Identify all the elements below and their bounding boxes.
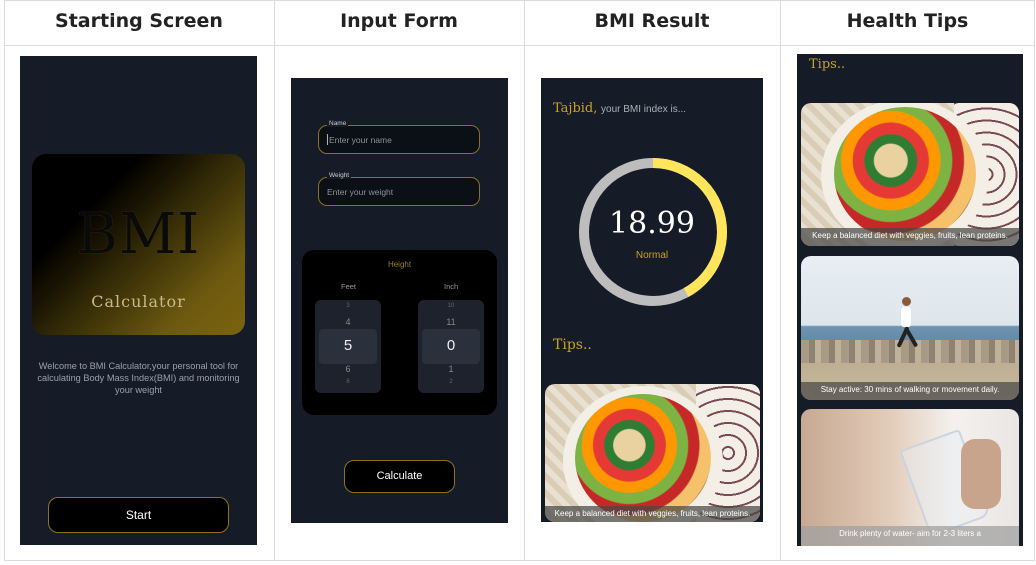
user-name: Tajbid, <box>553 101 598 116</box>
height-title: Height <box>387 260 412 269</box>
tip-caption: Keep a balanced diet with veggies, fruit… <box>801 228 1019 246</box>
inch-option[interactable]: 10 <box>418 303 484 309</box>
inch-label: Inch <box>444 282 459 291</box>
feet-option[interactable]: 6 <box>315 379 381 385</box>
runner-figure <box>902 297 911 306</box>
salad <box>834 107 976 241</box>
column-title-starting-screen: Starting Screen <box>55 10 223 32</box>
feet-option[interactable]: 3 <box>315 303 381 309</box>
column-title-health-tips: Health Tips <box>846 10 969 32</box>
tips-heading: Tips.. <box>809 57 846 72</box>
weight-label: Weight <box>327 172 352 179</box>
tip-card-diet[interactable]: Keep a balanced diet with veggies, fruit… <box>801 103 1019 246</box>
column-title-bmi-result: BMI Result <box>594 10 710 32</box>
weight-field[interactable]: Weight Enter your weight <box>318 172 480 206</box>
calculate-button[interactable]: Calculate <box>344 460 455 493</box>
tip-caption: Stay active: 30 mins of walking or movem… <box>801 382 1019 400</box>
tip-card-water[interactable]: Drink plenty of water- aim for 2-3 liter… <box>801 409 1019 546</box>
feet-option[interactable]: 4 <box>315 317 381 327</box>
name-label: Name <box>327 120 349 127</box>
inch-option[interactable]: 1 <box>418 364 484 374</box>
beach-photo <box>801 256 1019 400</box>
inch-selected[interactable]: 0 <box>418 337 484 354</box>
inch-picker[interactable]: 10 11 0 1 2 <box>418 300 484 393</box>
bmi-value: 18.99 <box>609 206 695 241</box>
starting-screen: BMI Calculator Welcome to BMI Calculator… <box>20 56 257 545</box>
column-title-input-form: Input Form <box>340 10 458 32</box>
tips-heading: Tips.. <box>553 337 592 353</box>
feet-picker[interactable]: 3 4 5 6 6 <box>315 300 381 393</box>
weight-placeholder: Enter your weight <box>327 187 394 197</box>
inch-option[interactable]: 11 <box>418 317 484 327</box>
feet-selected[interactable]: 5 <box>315 337 381 354</box>
tip-card-exercise[interactable]: Stay active: 30 mins of walking or movem… <box>801 256 1019 400</box>
input-form-screen: Name Enter your name Weight Enter your w… <box>291 78 508 523</box>
height-picker-panel: Height Feet Inch 3 4 5 6 6 10 11 0 1 2 <box>302 250 497 415</box>
name-placeholder: Enter your name <box>329 135 392 145</box>
tip-card-diet[interactable]: Keep a balanced diet with veggies, fruit… <box>545 384 760 522</box>
feet-option[interactable]: 6 <box>315 364 381 374</box>
result-greeting: Tajbid, your BMI index is... <box>553 100 686 116</box>
hand <box>961 439 1001 509</box>
header-divider <box>4 45 1035 46</box>
bmi-result-screen: Tajbid, your BMI index is... 18.99 Norma… <box>541 78 763 522</box>
column-divider <box>524 0 525 561</box>
inch-option[interactable]: 2 <box>418 379 484 385</box>
logo-subtitle: Calculator <box>91 292 186 311</box>
result-intro: your BMI index is... <box>601 104 687 115</box>
welcome-text: Welcome to BMI Calculator,your personal … <box>37 361 240 395</box>
tip-caption: Drink plenty of water- aim for 2-3 liter… <box>801 526 1019 546</box>
rocks <box>801 339 1019 363</box>
logo-title: BMI <box>76 202 201 267</box>
column-divider <box>274 0 275 561</box>
text-caret <box>327 134 328 145</box>
column-divider <box>780 0 781 561</box>
bmi-category: Normal <box>635 250 669 261</box>
name-field[interactable]: Name Enter your name <box>318 120 480 154</box>
salad <box>575 394 711 522</box>
runner-figure <box>901 307 911 327</box>
feet-label: Feet <box>341 282 357 291</box>
tip-caption: Keep a balanced diet with veggies, fruit… <box>545 506 760 522</box>
bmi-logo-card: BMI Calculator <box>32 154 245 335</box>
start-button[interactable]: Start <box>48 497 229 533</box>
health-tips-screen: Tips.. Keep a balanced diet with veggies… <box>797 54 1023 546</box>
